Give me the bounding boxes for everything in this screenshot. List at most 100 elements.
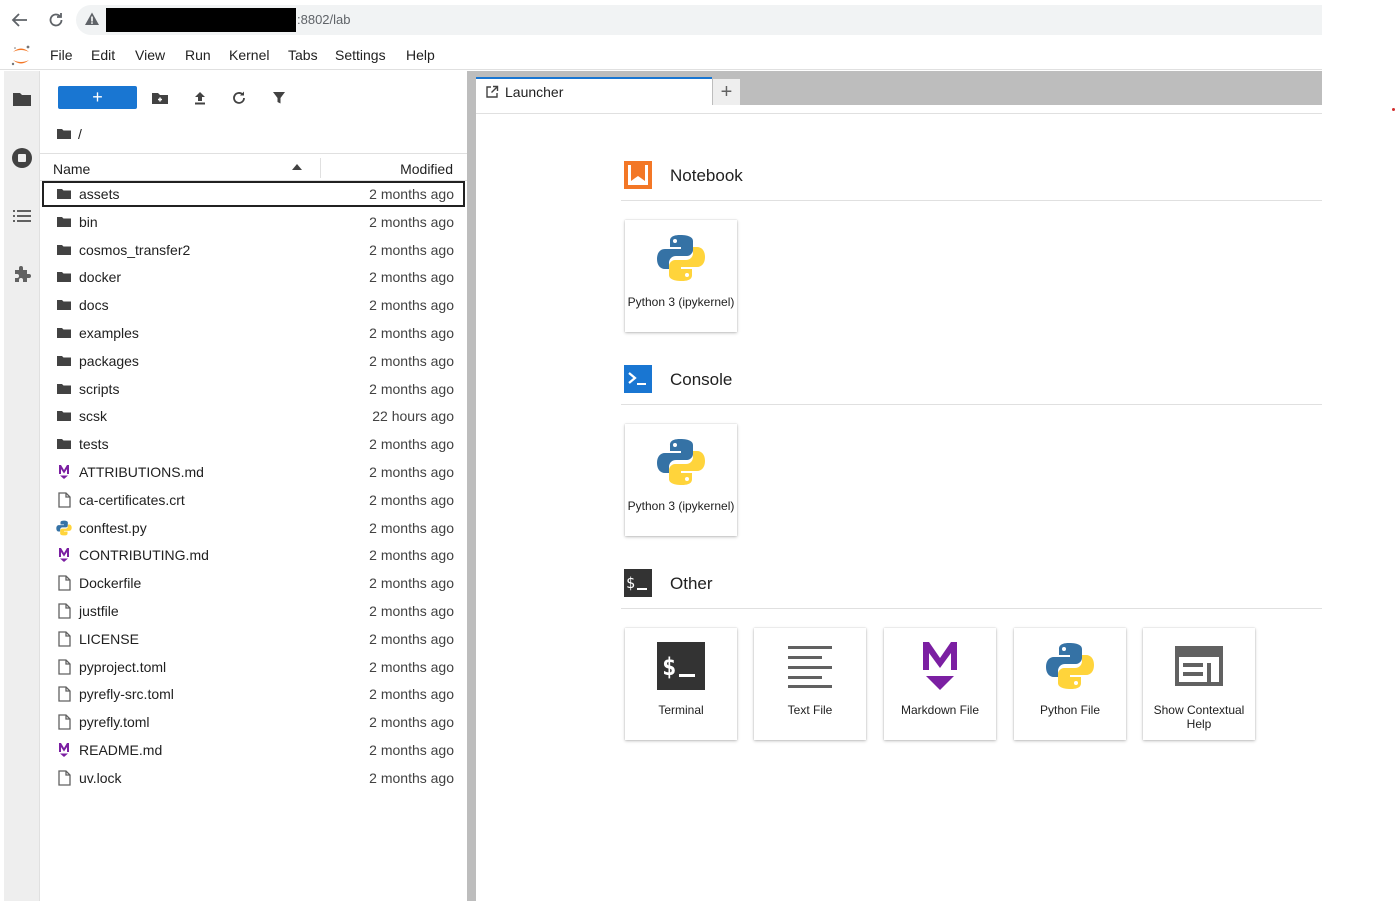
- filter-button[interactable]: [269, 88, 289, 108]
- launch-icon: [486, 85, 499, 98]
- file-row[interactable]: justfile 2 months ago: [42, 598, 465, 624]
- section-title-notebook: Notebook: [670, 166, 743, 185]
- file-name: packages: [79, 352, 139, 369]
- file-row[interactable]: cosmos_transfer2 2 months ago: [42, 237, 465, 263]
- reload-icon: [49, 13, 63, 27]
- file-row[interactable]: ATTRIBUTIONS.md 2 months ago: [42, 459, 465, 485]
- add-tab-button[interactable]: +: [712, 79, 740, 105]
- new-launcher-button[interactable]: +: [58, 86, 137, 109]
- file-row[interactable]: ca-certificates.crt 2 months ago: [42, 487, 465, 513]
- column-divider[interactable]: [320, 158, 321, 178]
- file-row[interactable]: tests 2 months ago: [42, 431, 465, 457]
- panel-splitter[interactable]: [467, 71, 476, 901]
- folder-icon[interactable]: [56, 127, 72, 141]
- markdown-icon: [56, 464, 72, 480]
- file-icon: [56, 658, 72, 675]
- menu-help[interactable]: Help: [406, 47, 435, 63]
- file-row[interactable]: pyrefly-src.toml 2 months ago: [42, 681, 465, 707]
- file-row[interactable]: scsk 22 hours ago: [42, 403, 465, 429]
- column-modified-header[interactable]: Modified: [400, 161, 453, 177]
- card-label: Show Contextual Help: [1153, 703, 1245, 731]
- filter-icon: [273, 92, 285, 104]
- file-row[interactable]: bin 2 months ago: [42, 209, 465, 235]
- launcher-card-console-python[interactable]: Python 3 (ipykernel): [625, 424, 737, 536]
- file-row[interactable]: uv.lock 2 months ago: [42, 765, 465, 791]
- folder-icon: [56, 186, 72, 202]
- launcher-card-python-file[interactable]: Python File: [1014, 628, 1126, 740]
- arrow-left-icon: [11, 13, 27, 27]
- table-of-contents-tab[interactable]: [10, 204, 34, 228]
- warning-icon[interactable]: [84, 11, 100, 27]
- breadcrumb-root[interactable]: /: [78, 126, 82, 142]
- file-icon: [56, 714, 72, 730]
- menu-file[interactable]: File: [50, 47, 73, 63]
- file-name: README.md: [79, 742, 163, 758]
- upload-button[interactable]: [190, 88, 210, 108]
- folder-icon: [56, 325, 72, 341]
- running-sessions-tab[interactable]: [10, 146, 34, 170]
- column-name-header[interactable]: Name: [53, 161, 90, 177]
- file-row[interactable]: scripts 2 months ago: [42, 376, 465, 402]
- terminal-icon: $: [653, 638, 709, 694]
- reload-button[interactable]: [44, 8, 68, 32]
- running-icon: [12, 148, 32, 168]
- file-modified: 2 months ago: [369, 769, 454, 786]
- file-row[interactable]: pyrefly.toml 2 months ago: [42, 709, 465, 735]
- section-title-other: Other: [670, 574, 713, 593]
- file-modified: 22 hours ago: [372, 408, 454, 425]
- file-modified: 2 months ago: [369, 269, 454, 286]
- menu-run[interactable]: Run: [185, 47, 211, 63]
- file-name: conftest.py: [79, 519, 147, 536]
- menu-settings[interactable]: Settings: [335, 47, 386, 63]
- launcher-card-notebook-python[interactable]: Python 3 (ipykernel): [625, 220, 737, 332]
- file-row[interactable]: README.md 2 months ago: [42, 737, 465, 763]
- launcher-card-contextual-help[interactable]: Show Contextual Help: [1143, 628, 1255, 740]
- file-modified: 2 months ago: [369, 686, 454, 703]
- file-modified: 2 months ago: [369, 436, 454, 453]
- address-bar[interactable]: :8802/lab: [76, 5, 1322, 35]
- file-browser-panel: + / Name Modified assets 2 months ago bin 2…: [40, 71, 467, 901]
- back-button[interactable]: [8, 8, 32, 32]
- file-modified: 2 months ago: [369, 241, 454, 258]
- menu-tabs[interactable]: Tabs: [288, 47, 318, 63]
- menu-kernel[interactable]: Kernel: [229, 47, 269, 63]
- contextual-help-icon: [1171, 638, 1227, 694]
- menu-edit[interactable]: Edit: [91, 47, 115, 63]
- file-row[interactable]: assets 2 months ago: [42, 181, 465, 207]
- launcher-card-text-file[interactable]: Text File: [754, 628, 866, 740]
- folder-icon: [56, 353, 72, 369]
- file-browser-tab[interactable]: [10, 87, 34, 111]
- file-icon: [56, 631, 72, 647]
- launcher-card-terminal[interactable]: $ Terminal: [625, 628, 737, 740]
- refresh-button[interactable]: [229, 88, 249, 108]
- new-folder-button[interactable]: [150, 88, 170, 108]
- file-row[interactable]: CONTRIBUTING.md 2 months ago: [42, 542, 465, 568]
- file-name: assets: [79, 186, 120, 202]
- extension-manager-tab[interactable]: [10, 262, 34, 286]
- file-row[interactable]: docs 2 months ago: [42, 292, 465, 318]
- redacted-host: [106, 8, 296, 32]
- file-row[interactable]: Dockerfile 2 months ago: [42, 570, 465, 596]
- menu-view[interactable]: View: [135, 47, 165, 63]
- file-icon: [56, 686, 72, 703]
- file-modified: 2 months ago: [369, 575, 454, 592]
- file-modified: 2 months ago: [369, 491, 454, 508]
- file-row[interactable]: examples 2 months ago: [42, 320, 465, 346]
- file-modified: 2 months ago: [369, 297, 454, 314]
- file-name: bin: [79, 213, 98, 230]
- file-modified: 2 months ago: [369, 658, 454, 675]
- file-row[interactable]: packages 2 months ago: [42, 348, 465, 374]
- file-row[interactable]: conftest.py 2 months ago: [42, 515, 465, 541]
- file-name: examples: [79, 325, 139, 341]
- main-tab-bar: Launcher +: [476, 71, 1322, 105]
- url-text[interactable]: :8802/lab: [297, 12, 351, 27]
- tab-launcher[interactable]: Launcher: [476, 77, 712, 105]
- file-modified: 2 months ago: [369, 380, 454, 397]
- launcher-card-markdown-file[interactable]: Markdown File: [884, 628, 996, 740]
- file-row[interactable]: pyproject.toml 2 months ago: [42, 654, 465, 680]
- file-modified: 2 months ago: [369, 742, 454, 758]
- file-name: ca-certificates.crt: [79, 491, 185, 508]
- jupyter-logo-icon[interactable]: [10, 44, 32, 68]
- file-row[interactable]: LICENSE 2 months ago: [42, 626, 465, 652]
- file-row[interactable]: docker 2 months ago: [42, 264, 465, 290]
